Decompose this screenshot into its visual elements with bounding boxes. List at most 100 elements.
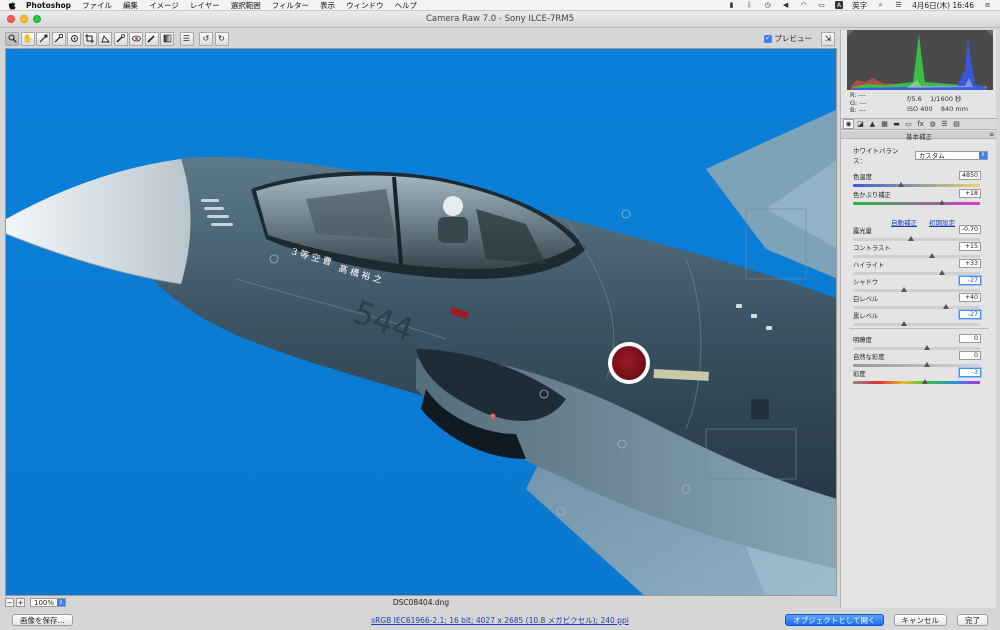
slider-temperature[interactable]: 色温度 4850: [853, 171, 981, 190]
menu-image[interactable]: イメージ: [149, 0, 179, 11]
tab-lens-corrections-icon[interactable]: ▭: [903, 119, 914, 129]
tab-detail-icon[interactable]: ▲: [867, 119, 878, 129]
battery-status-icon[interactable]: ▮: [727, 1, 736, 9]
clarity-value-field[interactable]: 0: [959, 334, 981, 343]
image-preview[interactable]: 544 3 等 空 曹 髙 橋 裕 之: [5, 48, 837, 596]
tab-hsl-icon[interactable]: ▦: [879, 119, 890, 129]
tab-tone-curve-icon[interactable]: ◪: [855, 119, 866, 129]
temperature-thumb[interactable]: [898, 182, 905, 187]
blacks-thumb[interactable]: [900, 321, 907, 326]
contrast-thumb[interactable]: [928, 253, 935, 258]
menu-select[interactable]: 選択範囲: [231, 0, 261, 11]
menu-window[interactable]: ウィンドウ: [346, 0, 384, 11]
battery-icon[interactable]: ▭: [817, 1, 826, 9]
menu-app-photoshop[interactable]: Photoshop: [26, 1, 71, 10]
bluetooth-icon[interactable]: ᛒ: [745, 1, 754, 9]
target-adjustment-tool-icon[interactable]: [67, 31, 81, 46]
tint-value-field[interactable]: +18: [959, 189, 981, 198]
search-icon[interactable]: ⌕: [876, 1, 885, 9]
contrast-value-field[interactable]: +15: [959, 242, 981, 251]
window-close-button[interactable]: [7, 15, 15, 23]
highlights-thumb[interactable]: [938, 270, 945, 275]
white-balance-label: ホワイトバランス：: [853, 147, 899, 165]
slider-tint[interactable]: 色かぶり補正 +18: [853, 189, 981, 208]
fullscreen-icon[interactable]: ⇲: [821, 31, 835, 46]
image-filename: DSC08404.dng: [392, 598, 450, 607]
shadows-thumb[interactable]: [900, 287, 907, 292]
saturation-value-field[interactable]: -3: [959, 368, 981, 377]
highlights-value-field[interactable]: +33: [959, 259, 981, 268]
menubar-clock[interactable]: 4月6日(木) 16:46: [912, 0, 974, 11]
preferences-icon[interactable]: ☰: [179, 31, 194, 46]
whites-value-field[interactable]: +40: [959, 293, 981, 302]
slider-saturation[interactable]: 彩度 -3: [853, 368, 981, 387]
menu-file[interactable]: ファイル: [82, 0, 112, 11]
slider-blacks[interactable]: 黒レベル -27: [853, 310, 981, 329]
chevron-updown-icon: ⇕: [979, 151, 987, 159]
tab-snapshots-icon[interactable]: ▤: [951, 119, 962, 129]
tab-presets-icon[interactable]: ☰: [939, 119, 950, 129]
save-image-button[interactable]: 画像を保存...: [12, 614, 73, 626]
shadows-value-field[interactable]: -27: [959, 276, 981, 285]
menu-help[interactable]: ヘルプ: [395, 0, 418, 11]
preview-toggle[interactable]: ✓ プレビュー ⇲: [763, 31, 835, 46]
menu-layer[interactable]: レイヤー: [190, 0, 220, 11]
tab-camera-calibration-icon[interactable]: ◍: [927, 119, 938, 129]
input-method-icon[interactable]: A: [835, 1, 844, 9]
blacks-value-field[interactable]: -27: [959, 310, 981, 319]
exposure-value-field[interactable]: -0.70: [959, 225, 981, 234]
spot-removal-tool-icon[interactable]: [113, 31, 128, 46]
window-titlebar: Camera Raw 7.0 - Sony ILCE-7RM5: [0, 11, 1000, 28]
rotate-right-icon[interactable]: ↻: [214, 31, 229, 46]
exposure-thumb[interactable]: [908, 236, 915, 241]
window-maximize-button[interactable]: [33, 15, 41, 23]
zoom-in-button[interactable]: +: [16, 598, 25, 607]
menu-edit[interactable]: 編集: [123, 0, 138, 11]
temperature-value-field[interactable]: 4850: [959, 171, 981, 180]
exif-focal-length: 840 mm: [940, 105, 969, 113]
menu-view[interactable]: 表示: [320, 0, 335, 11]
exif-aperture: f/5.6: [907, 95, 922, 103]
cancel-button[interactable]: キャンセル: [893, 614, 947, 626]
volume-icon[interactable]: ◀: [781, 1, 790, 9]
camera-raw-window: Camera Raw 7.0 - Sony ILCE-7RM5 ✋ ☰ ↺ ↻ …: [0, 11, 1000, 630]
input-method-label[interactable]: 英字: [852, 0, 867, 11]
done-button[interactable]: 完了: [957, 614, 988, 626]
preview-checkbox[interactable]: ✓: [763, 34, 772, 43]
vibrance-thumb[interactable]: [923, 362, 930, 367]
red-eye-tool-icon[interactable]: [129, 31, 143, 46]
tab-effects-icon[interactable]: fx: [915, 119, 926, 129]
workflow-options-link[interactable]: sRGB IEC61966-2.1; 16 bit; 4027 x 2685 (…: [371, 616, 629, 625]
tab-split-toning-icon[interactable]: ▬: [891, 119, 902, 129]
notification-icon[interactable]: ≡: [983, 1, 992, 9]
vibrance-value-field[interactable]: 0: [959, 351, 981, 360]
adjustments-panel: R: --- G: --- B: --- f/5.6 1/1600 秒 ISO …: [840, 30, 997, 608]
wifi-icon[interactable]: ◠: [799, 1, 808, 9]
clarity-thumb[interactable]: [923, 345, 930, 350]
straighten-tool-icon[interactable]: [98, 31, 112, 46]
tint-thumb[interactable]: [938, 200, 945, 205]
color-sampler-tool-icon[interactable]: [51, 31, 66, 46]
hand-tool-icon[interactable]: ✋: [20, 31, 35, 46]
zoom-out-button[interactable]: −: [5, 598, 14, 607]
whites-thumb[interactable]: [942, 304, 949, 309]
adjustment-brush-tool-icon[interactable]: [144, 31, 159, 46]
open-object-button[interactable]: オブジェクトとして開く: [785, 614, 884, 626]
white-balance-tool-icon[interactable]: [36, 31, 50, 46]
graduated-filter-tool-icon[interactable]: [160, 31, 174, 46]
aircraft-photo: 544 3 等 空 曹 髙 橋 裕 之: [6, 49, 836, 595]
tab-basic-icon[interactable]: ◉: [843, 119, 854, 129]
exif-iso: ISO 400: [907, 105, 933, 113]
zoom-tool-icon[interactable]: [5, 31, 19, 46]
time-machine-icon[interactable]: ◷: [763, 1, 772, 9]
white-balance-select[interactable]: カスタム ⇕: [914, 150, 988, 160]
control-center-icon[interactable]: ☰: [894, 1, 903, 9]
menu-filter[interactable]: フィルター: [272, 0, 309, 11]
rotate-left-icon[interactable]: ↺: [199, 31, 213, 46]
panel-menu-icon[interactable]: ≡: [989, 131, 994, 138]
apple-menu-icon[interactable]: [8, 1, 16, 10]
zoom-level-select[interactable]: 100% ⇕: [30, 598, 66, 607]
saturation-thumb[interactable]: [922, 379, 929, 384]
crop-tool-icon[interactable]: [82, 31, 97, 46]
window-minimize-button[interactable]: [20, 15, 28, 23]
